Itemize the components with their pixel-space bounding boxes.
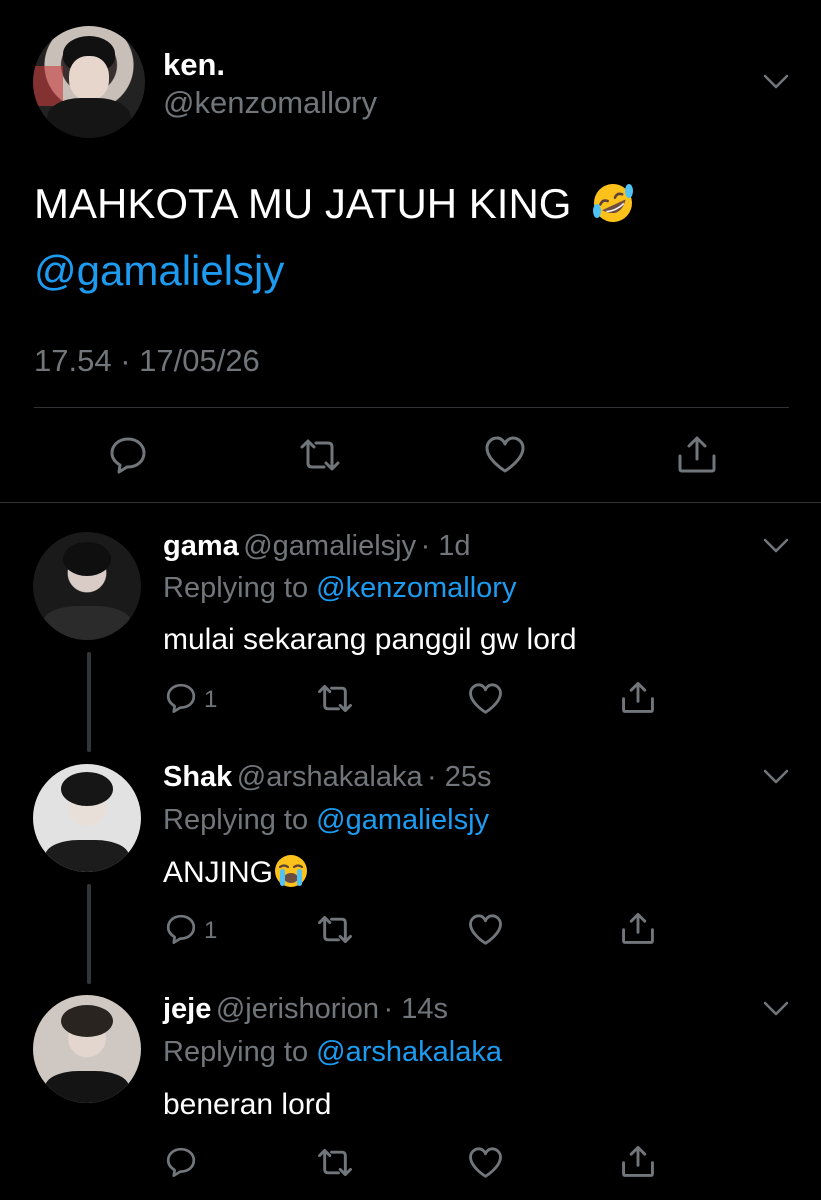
share-icon[interactable]	[676, 434, 718, 474]
like-heart-icon[interactable]	[468, 683, 503, 715]
tweet-mention-link[interactable]: @gamalielsjy	[34, 247, 284, 295]
retweet-icon[interactable]	[316, 683, 354, 714]
reply-age: · 1d	[420, 530, 471, 562]
section-divider	[0, 502, 821, 503]
reply-text: beneran lord	[163, 1088, 332, 1121]
main-handle[interactable]: @kenzomallory	[163, 85, 377, 121]
share-icon[interactable]	[620, 1144, 656, 1178]
reply-age: · 25s	[427, 761, 492, 793]
reply-avatar[interactable]	[33, 532, 141, 640]
retweet-icon[interactable]	[298, 437, 342, 473]
replying-label: Replying to	[163, 1036, 309, 1068]
replying-to: Replying to @kenzomallory	[163, 572, 516, 605]
reply-icon[interactable]	[108, 435, 148, 475]
reply-icon[interactable]	[165, 913, 197, 945]
replying-label: Replying to	[163, 572, 309, 604]
reply-header: gama @gamalielsjy · 1d	[163, 530, 471, 563]
reply-icon[interactable]	[165, 1146, 197, 1178]
reply-count: 1	[204, 917, 218, 944]
reply-display-name[interactable]: Shak	[163, 761, 232, 793]
share-icon[interactable]	[620, 680, 656, 714]
reply-handle[interactable]: @jerishorion	[216, 993, 379, 1025]
replying-to: Replying to @gamalielsjy	[163, 804, 489, 837]
main-display-name[interactable]: ken.	[163, 47, 225, 83]
tweet-timestamp[interactable]: 17.54 · 17/05/26	[34, 343, 260, 379]
replying-label: Replying to	[163, 804, 309, 836]
reply-count: 1	[204, 686, 218, 713]
thread-line	[87, 884, 91, 984]
chevron-down-icon[interactable]	[763, 537, 789, 555]
reply-header: Shak @arshakalaka · 25s	[163, 761, 492, 794]
reply-body: ANJING	[163, 855, 309, 890]
replying-to-mention[interactable]: @kenzomallory	[316, 572, 516, 604]
reply-text: mulai sekarang panggil gw lord	[163, 623, 577, 656]
reply-avatar[interactable]	[33, 995, 141, 1103]
chevron-down-icon[interactable]	[763, 768, 789, 786]
tweet-body: MAHKOTA MU JATUH KING	[34, 179, 635, 229]
reply-display-name[interactable]: gama	[163, 530, 239, 562]
like-heart-icon[interactable]	[468, 914, 503, 946]
like-heart-icon[interactable]	[468, 1147, 503, 1179]
reply-avatar[interactable]	[33, 764, 141, 872]
reply-icon[interactable]	[165, 682, 197, 714]
reply-handle[interactable]: @gamalielsjy	[243, 530, 416, 562]
reply-handle[interactable]: @arshakalaka	[237, 761, 423, 793]
reply-display-name[interactable]: jeje	[163, 993, 211, 1025]
thread-line	[87, 652, 91, 752]
main-avatar[interactable]	[33, 26, 145, 138]
like-heart-icon[interactable]	[484, 436, 526, 474]
reply-header: jeje @jerishorion · 14s	[163, 993, 448, 1026]
replying-to-mention[interactable]: @arshakalaka	[316, 1036, 502, 1068]
chevron-down-icon[interactable]	[763, 73, 789, 91]
retweet-icon[interactable]	[316, 914, 354, 945]
tweet-text: MAHKOTA MU JATUH KING	[34, 180, 572, 227]
replying-to-mention[interactable]: @gamalielsjy	[316, 804, 489, 836]
rolling-laughing-emoji-icon	[593, 183, 634, 222]
retweet-icon[interactable]	[316, 1147, 354, 1178]
share-icon[interactable]	[620, 911, 656, 945]
reply-text: ANJING	[163, 856, 274, 889]
replying-to: Replying to @arshakalaka	[163, 1036, 502, 1069]
reply-age: · 14s	[383, 993, 448, 1025]
divider	[34, 407, 789, 408]
chevron-down-icon[interactable]	[763, 1000, 789, 1018]
crying-face-emoji-icon	[275, 855, 308, 888]
